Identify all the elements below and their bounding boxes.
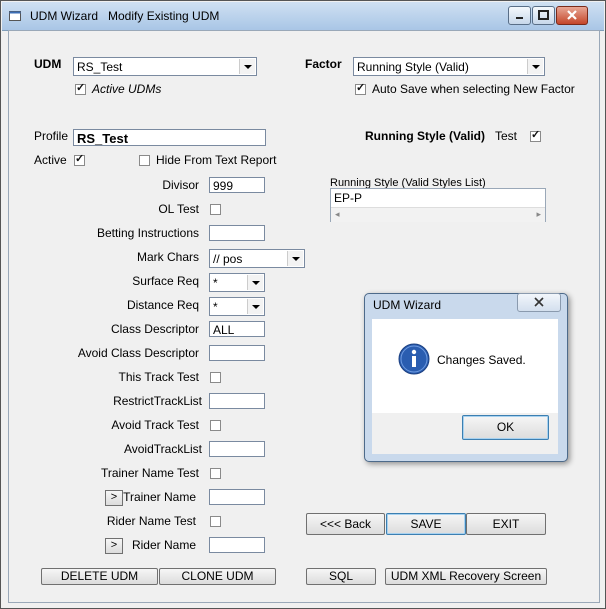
mark-chars-select[interactable]: // pos [209, 249, 305, 268]
dialog-footer: OK [372, 413, 558, 454]
udm-select[interactable]: RS_Test [73, 57, 257, 76]
styles-list-item[interactable]: EP-P [334, 191, 362, 205]
horizontal-scrollbar[interactable]: ◂ ▸ [331, 207, 545, 222]
factor-select-value: Running Style (Valid) [357, 60, 469, 74]
avoid-track-list-label: AvoidTrackList [123, 442, 202, 456]
auto-save-label: Auto Save when selecting New Factor [372, 82, 575, 96]
close-icon [534, 297, 544, 307]
save-button[interactable]: SAVE [386, 513, 466, 535]
active-udms-label: Active UDMs [92, 82, 162, 96]
restrict-track-list-label: RestrictTrackList [113, 394, 202, 408]
surface-req-select[interactable]: * [209, 273, 265, 292]
mark-chars-value: // pos [213, 252, 243, 266]
distance-req-value: * [213, 300, 218, 314]
ol-test-checkbox[interactable] [210, 204, 221, 215]
close-icon [567, 10, 577, 20]
chevron-down-icon[interactable] [247, 275, 263, 290]
udm-select-value: RS_Test [77, 60, 123, 74]
maximize-icon [538, 10, 549, 20]
profile-input[interactable]: RS_Test [73, 129, 266, 146]
chevron-down-icon[interactable] [247, 299, 263, 314]
avoid-track-test-label: Avoid Track Test [111, 418, 199, 432]
avoid-track-list-input[interactable] [209, 441, 265, 457]
scroll-right-icon[interactable]: ▸ [536, 209, 541, 220]
close-button[interactable] [556, 6, 588, 25]
rider-name-input[interactable] [209, 537, 265, 553]
active-udms-checkbox[interactable] [75, 81, 86, 95]
rider-name-test-label: Rider Name Test [106, 514, 196, 528]
sql-button[interactable]: SQL [306, 568, 376, 585]
divisor-label: Divisor [162, 178, 199, 192]
auto-save-checkbox[interactable] [355, 81, 366, 95]
distance-req-select[interactable]: * [209, 297, 265, 316]
factor-label: Factor [305, 57, 342, 71]
factor-select[interactable]: Running Style (Valid) [353, 57, 545, 76]
chevron-down-icon[interactable] [287, 251, 303, 266]
class-descriptor-label: Class Descriptor [110, 322, 199, 336]
divisor-input[interactable]: 999 [209, 177, 265, 193]
ok-button[interactable]: OK [462, 415, 549, 440]
changes-saved-dialog: UDM Wizard Changes Saved. OK [364, 293, 568, 462]
rider-name-label: Rider Name [131, 538, 196, 552]
active-checkbox[interactable] [74, 152, 85, 166]
mark-chars-label: Mark Chars [136, 250, 199, 264]
udm-label: UDM [34, 57, 62, 71]
maximize-button[interactable] [532, 6, 555, 25]
avoid-track-test-checkbox[interactable] [210, 420, 221, 431]
title-bar[interactable]: UDM Wizard Modify Existing UDM [2, 2, 604, 31]
avoid-class-descriptor-label: Avoid Class Descriptor [77, 346, 199, 360]
xml-recovery-button[interactable]: UDM XML Recovery Screen [385, 568, 547, 585]
surface-req-label: Surface Req [132, 274, 199, 288]
trainer-name-test-label: Trainer Name Test [100, 466, 199, 480]
rider-name-test-checkbox[interactable] [210, 516, 221, 527]
dialog-message: Changes Saved. [437, 353, 526, 367]
factor-heading: Running Style (Valid) [365, 129, 486, 143]
udm-wizard-window: UDM Wizard Modify Existing UDM UDM RS_Te… [0, 0, 606, 609]
info-icon [398, 343, 430, 375]
minimize-button[interactable] [508, 6, 531, 25]
chevron-down-icon[interactable] [239, 59, 255, 74]
dialog-close-button[interactable] [517, 293, 561, 312]
delete-udm-button[interactable]: DELETE UDM [41, 568, 158, 585]
profile-label: Profile [34, 129, 69, 143]
styles-listbox[interactable]: EP-P ◂ ▸ [330, 188, 546, 222]
dialog-title: UDM Wizard [373, 298, 441, 312]
window-subtitle: Modify Existing UDM [108, 9, 220, 23]
factor-test-checkbox[interactable] [530, 128, 541, 142]
back-button[interactable]: <<< Back [306, 513, 385, 535]
betting-instructions-label: Betting Instructions [96, 226, 199, 240]
test-label: Test [495, 129, 518, 143]
minimize-icon [516, 17, 523, 19]
trainer-name-label: Trainer Name [123, 490, 196, 504]
surface-req-value: * [213, 276, 218, 290]
hide-from-text-label: Hide From Text Report [156, 153, 277, 167]
this-track-test-checkbox[interactable] [210, 372, 221, 383]
hide-from-text-checkbox[interactable] [139, 155, 150, 166]
clone-udm-button[interactable]: CLONE UDM [159, 568, 276, 585]
window-title: UDM Wizard [30, 9, 98, 23]
active-label: Active [34, 153, 67, 167]
distance-req-label: Distance Req [126, 298, 199, 312]
class-descriptor-input[interactable]: ALL [209, 321, 265, 337]
restrict-track-list-input[interactable] [209, 393, 265, 409]
trainer-name-input[interactable] [209, 489, 265, 505]
avoid-class-descriptor-input[interactable] [209, 345, 265, 361]
scroll-left-icon[interactable]: ◂ [335, 209, 340, 220]
ol-test-label: OL Test [158, 202, 199, 216]
trainer-name-test-checkbox[interactable] [210, 468, 221, 479]
app-icon [9, 11, 21, 21]
this-track-test-label: This Track Test [118, 370, 199, 384]
betting-instructions-input[interactable] [209, 225, 265, 241]
chevron-down-icon[interactable] [527, 59, 543, 74]
exit-button[interactable]: EXIT [466, 513, 546, 535]
dialog-body: Changes Saved. [372, 319, 558, 413]
